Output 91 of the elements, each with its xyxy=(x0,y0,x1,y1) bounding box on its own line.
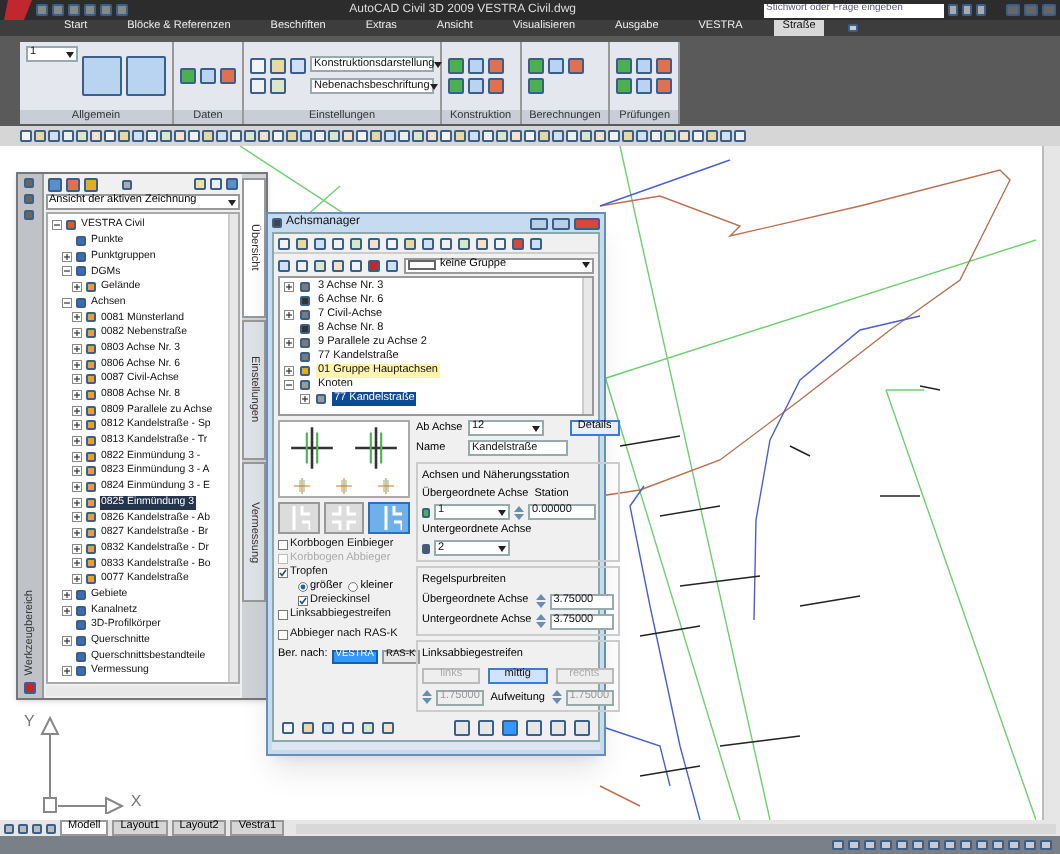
expand-toggle[interactable] xyxy=(71,528,82,539)
expand-toggle[interactable] xyxy=(284,380,294,390)
tree-node-icon xyxy=(85,482,96,493)
expand-toggle[interactable] xyxy=(71,482,82,493)
caret-icon xyxy=(429,83,438,90)
tree-node-icon xyxy=(85,574,96,585)
spin-icon[interactable] xyxy=(422,690,432,705)
caret-icon xyxy=(434,61,443,68)
expand-toggle[interactable] xyxy=(284,282,294,292)
checkbox[interactable] xyxy=(298,596,308,607)
expand-toggle[interactable] xyxy=(61,266,72,277)
caret-icon xyxy=(582,262,590,268)
tree-node-icon xyxy=(85,543,96,554)
junction-type-button[interactable] xyxy=(278,502,320,534)
junction-type-button[interactable] xyxy=(323,502,365,534)
radio-button[interactable] xyxy=(348,582,359,593)
expand-toggle[interactable] xyxy=(71,374,82,385)
tree-node-icon xyxy=(75,651,86,662)
caret-icon xyxy=(498,509,506,515)
expand-toggle[interactable] xyxy=(61,605,72,616)
expand-toggle[interactable] xyxy=(71,558,82,569)
expand-toggle[interactable] xyxy=(71,282,82,293)
expand-toggle[interactable] xyxy=(284,310,294,320)
tree-node-icon xyxy=(85,558,96,569)
tree-node-icon xyxy=(85,282,96,293)
tree-node-icon xyxy=(75,666,86,677)
expand-toggle[interactable] xyxy=(284,366,294,376)
tree-node-icon xyxy=(85,389,96,400)
expand-toggle[interactable] xyxy=(61,251,72,262)
tree-node-icon xyxy=(75,620,86,631)
caret-icon xyxy=(532,425,540,432)
expand-toggle[interactable] xyxy=(61,635,72,646)
tree-node-icon xyxy=(75,297,86,308)
caret-icon xyxy=(66,51,74,57)
spin-icon[interactable] xyxy=(514,505,524,519)
tree-node-icon xyxy=(85,512,96,523)
expand-toggle[interactable] xyxy=(71,405,82,416)
expand-toggle[interactable] xyxy=(71,420,82,431)
tree-node-icon xyxy=(75,251,86,262)
tree-node-icon xyxy=(65,220,76,231)
expand-toggle[interactable] xyxy=(284,338,294,348)
axis-label: X xyxy=(130,790,142,814)
expand-toggle[interactable] xyxy=(61,666,72,677)
tree-node-icon xyxy=(85,328,96,339)
expand-toggle[interactable] xyxy=(71,512,82,523)
axis-label: Y xyxy=(24,710,35,734)
caret-icon xyxy=(227,199,236,205)
expand-toggle[interactable] xyxy=(71,343,82,354)
tree-node-icon xyxy=(85,359,96,370)
tree-node-icon xyxy=(85,451,96,462)
expand-toggle[interactable] xyxy=(71,466,82,477)
tree-node-icon xyxy=(85,420,96,431)
tree-node-icon xyxy=(85,435,96,446)
expand-toggle[interactable] xyxy=(71,574,82,585)
tree-node-icon xyxy=(85,466,96,477)
tree-node-icon xyxy=(75,605,86,616)
tree-node-icon xyxy=(85,343,96,354)
expand-toggle[interactable] xyxy=(71,328,82,339)
checkbox[interactable] xyxy=(278,568,288,579)
checkbox[interactable] xyxy=(278,540,288,551)
expand-toggle[interactable] xyxy=(71,312,82,323)
tree-node-icon xyxy=(85,405,96,416)
checkbox[interactable] xyxy=(278,630,288,641)
tree-node-icon xyxy=(85,497,96,508)
expand-toggle[interactable] xyxy=(71,497,82,508)
radio-button[interactable] xyxy=(298,582,308,593)
expand-toggle[interactable] xyxy=(71,359,82,370)
junction-type-button[interactable] xyxy=(368,502,411,534)
expand-toggle[interactable] xyxy=(71,543,82,554)
tree-node-icon xyxy=(85,312,96,323)
scrollbar[interactable] xyxy=(582,278,592,414)
scrollbar[interactable] xyxy=(1042,146,1060,820)
expand-toggle[interactable] xyxy=(71,389,82,400)
tree-node-icon xyxy=(75,589,86,600)
scrollbar[interactable] xyxy=(45,686,240,696)
ribbon-toggle-icon[interactable] xyxy=(847,24,858,32)
expand-toggle[interactable] xyxy=(61,589,72,600)
tree-node-icon xyxy=(85,374,96,385)
checkbox[interactable] xyxy=(278,610,288,621)
expand-toggle[interactable] xyxy=(71,435,82,446)
expand-toggle[interactable] xyxy=(51,220,62,231)
scrollbar[interactable] xyxy=(296,823,1056,833)
tree-node-icon xyxy=(85,528,96,539)
expand-toggle[interactable] xyxy=(300,394,310,404)
scrollbar[interactable] xyxy=(227,214,238,682)
caret-icon xyxy=(498,545,506,552)
expand-toggle[interactable] xyxy=(71,451,82,462)
expand-toggle[interactable] xyxy=(61,297,72,308)
tree-node-icon xyxy=(75,236,86,247)
tree-node-icon xyxy=(75,635,86,646)
tree-node-icon xyxy=(75,266,86,277)
